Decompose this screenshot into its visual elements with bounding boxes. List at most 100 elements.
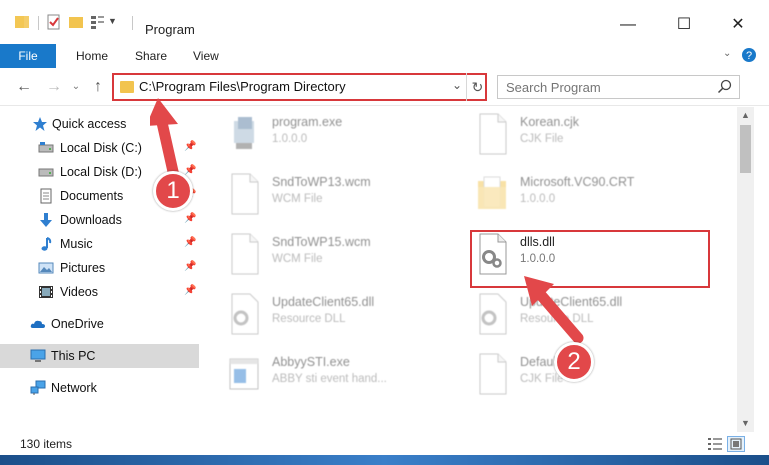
minimize-button[interactable]: — (608, 14, 648, 36)
sidebar-item-label: Pictures (60, 261, 106, 275)
file-name: program.exe (272, 115, 343, 129)
maximize-button[interactable]: ☐ (664, 14, 704, 36)
file-detail: Resource DLL (272, 313, 346, 325)
search-icon[interactable] (717, 79, 733, 95)
sidebar-item-label: Local Disk (C:) (60, 141, 142, 155)
properties-icon[interactable] (46, 14, 62, 30)
tab-view[interactable]: View (193, 44, 219, 68)
help-icon[interactable]: ? (741, 47, 757, 63)
sidebar-item-label: This PC (51, 349, 96, 363)
documents-icon (40, 188, 52, 204)
exe-window-icon (229, 358, 259, 390)
pin-icon[interactable]: 📌 (184, 213, 196, 224)
file-detail: 1.0.0.0 (520, 193, 556, 205)
chevron-down-icon[interactable]: ▼ (108, 16, 124, 32)
details-view-icon[interactable] (707, 437, 723, 451)
network-icon (30, 380, 46, 395)
file-name: UpdateClient65.dll (272, 295, 375, 309)
pin-icon[interactable]: 📌 (184, 261, 196, 272)
customize-quick-access-icon[interactable] (90, 14, 106, 30)
file-item[interactable]: AbbyySTI.exe ABBY sti event hand... (202, 351, 442, 399)
sidebar-item-label: Local Disk (D:) (60, 165, 142, 179)
dll-gear-icon (231, 293, 259, 335)
blank-file-icon (479, 353, 507, 395)
step-badge-1: 1 (153, 171, 193, 211)
music-icon (41, 237, 52, 251)
ribbon-controls: ⌄ ? (721, 48, 761, 64)
file-list: program.exe 1.0.0.0 SndToWP13.wcm WCM Fi… (202, 107, 735, 432)
vertical-scrollbar[interactable]: ▲ ▼ (737, 107, 754, 432)
cloud-icon (30, 320, 45, 328)
file-detail: WCM File (272, 253, 323, 265)
sidebar-item-label: Music (60, 237, 93, 251)
file-name: Microsoft.VC90.CRT (520, 175, 635, 189)
file-name: Korean.cjk (520, 115, 580, 129)
folder-icon (120, 81, 134, 93)
drive-icon (38, 142, 54, 153)
ribbon-tabs: File Home Share View ⌄ ? (0, 44, 769, 68)
folder-icon (15, 16, 29, 28)
tab-home[interactable]: Home (76, 44, 108, 68)
back-button[interactable]: ← (14, 77, 34, 97)
address-path[interactable]: C:\Program Files\Program Directory (139, 79, 346, 94)
blank-file-icon (231, 233, 259, 275)
title-bar: ▼ Program — ☐ ✕ (0, 0, 769, 42)
file-item[interactable]: SndToWP13.wcm WCM File (202, 171, 442, 219)
desktop-background (0, 455, 769, 465)
sidebar-item-this-pc[interactable]: This PC (0, 344, 199, 368)
tab-file[interactable]: File (0, 44, 56, 68)
pin-icon[interactable]: 📌 (184, 285, 196, 296)
separator (132, 16, 133, 30)
computer-icon (30, 349, 46, 362)
annotation-arrow-2 (524, 276, 584, 344)
file-detail: ABBY sti event hand... (272, 373, 387, 385)
navigation-bar: ← → ⌄ ↑ C:\Program Files\Program Directo… (0, 68, 769, 106)
pin-icon[interactable]: 📌 (184, 237, 196, 248)
scrollbar-thumb[interactable] (740, 125, 751, 173)
file-detail: 1.0.0.0 (272, 133, 308, 145)
sidebar-item-label: Documents (60, 189, 124, 203)
sidebar-item-label: Network (51, 381, 97, 395)
new-folder-icon[interactable] (68, 14, 84, 30)
separator (38, 16, 39, 30)
file-item[interactable]: UpdateClient65.dll Resource DLL (202, 291, 442, 339)
sidebar-item-network[interactable]: Network (0, 376, 200, 400)
tab-share[interactable]: Share (135, 44, 167, 68)
forward-button[interactable]: → (44, 77, 64, 97)
file-item[interactable]: Korean.cjk CJK File (450, 111, 690, 159)
recent-locations-icon[interactable]: ⌄ (66, 77, 86, 97)
sidebar-item-downloads[interactable]: Downloads 📌 (0, 208, 200, 232)
blank-file-icon (231, 173, 259, 215)
up-button[interactable]: ↑ (88, 77, 108, 97)
scroll-down-icon[interactable]: ▼ (737, 415, 754, 432)
sidebar-item-label: Downloads (60, 213, 122, 227)
file-name: AbbyySTI.exe (272, 355, 350, 369)
sidebar-item-music[interactable]: Music 📌 (0, 232, 200, 256)
sidebar-item-pictures[interactable]: Pictures 📌 (0, 256, 200, 280)
file-item[interactable]: program.exe 1.0.0.0 (202, 111, 442, 159)
expand-ribbon-icon[interactable]: ⌄ (723, 48, 731, 59)
downloads-icon (40, 213, 52, 227)
sidebar-item-onedrive[interactable]: OneDrive (0, 312, 200, 336)
refresh-button[interactable]: ↻ (466, 73, 488, 101)
file-explorer-window: ▼ Program — ☐ ✕ File Home Share View ⌄ ?… (0, 0, 769, 465)
blank-file-icon (479, 113, 507, 155)
status-bar: 130 items (0, 433, 769, 455)
exe-icon (234, 117, 254, 149)
sidebar-item-label: Quick access (52, 117, 127, 131)
file-item[interactable]: SndToWP15.wcm WCM File (202, 231, 442, 279)
close-button[interactable]: ✕ (718, 14, 758, 36)
folder-icon (478, 176, 506, 209)
file-detail: CJK File (520, 133, 564, 145)
scroll-up-icon[interactable]: ▲ (737, 107, 754, 124)
star-icon (33, 117, 47, 131)
sidebar-item-label: OneDrive (51, 317, 104, 331)
search-box[interactable] (497, 75, 740, 99)
sidebar-item-videos[interactable]: Videos 📌 (0, 280, 200, 304)
address-dropdown-icon[interactable]: ⌄ (452, 78, 462, 92)
search-input[interactable] (498, 76, 708, 98)
file-item[interactable]: Microsoft.VC90.CRT 1.0.0.0 (450, 171, 690, 219)
window-title: Program (145, 22, 195, 37)
large-icons-view-button[interactable] (727, 436, 745, 452)
file-name: SndToWP15.wcm (272, 235, 371, 249)
